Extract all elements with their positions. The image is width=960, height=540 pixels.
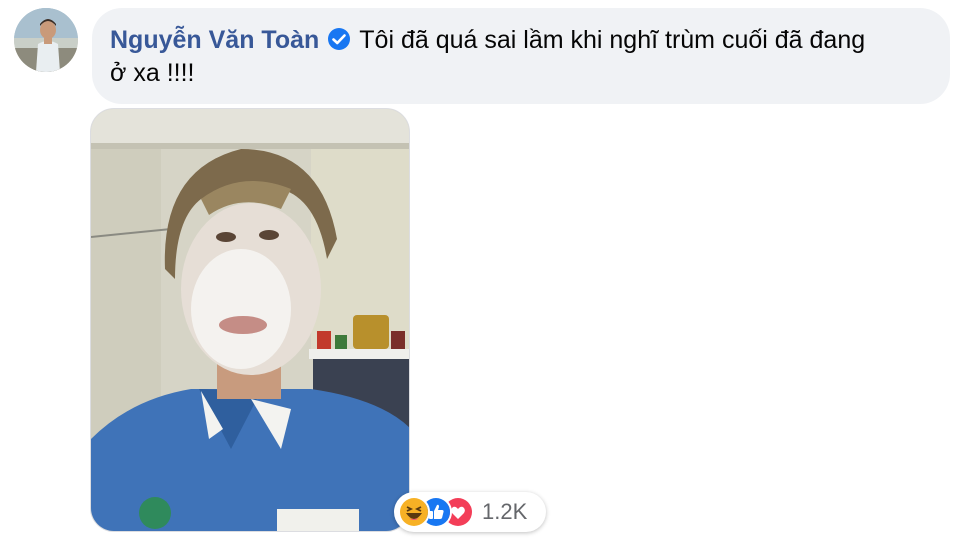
comment-text-line2: ở xa !!!! — [110, 59, 195, 87]
reaction-count: 1.2K — [482, 499, 528, 524]
comment-bubble: Nguyễn Văn Toàn Tôi đã quá sai lầm khi ng… — [92, 8, 950, 104]
commenter-avatar[interactable] — [14, 8, 78, 72]
haha-icon — [398, 496, 430, 528]
verified-badge-icon — [327, 27, 351, 51]
reactions-summary[interactable]: 1.2K — [394, 492, 546, 532]
comment-photo[interactable] — [90, 108, 410, 532]
author-name[interactable]: Nguyễn Văn Toàn — [110, 26, 319, 54]
comment-first-line: Nguyễn Văn Toàn Tôi đã quá sai lầm khi ng… — [110, 24, 926, 57]
comment-text-line1: Tôi đã quá sai lầm khi nghĩ trùm cuối đã… — [359, 26, 866, 54]
